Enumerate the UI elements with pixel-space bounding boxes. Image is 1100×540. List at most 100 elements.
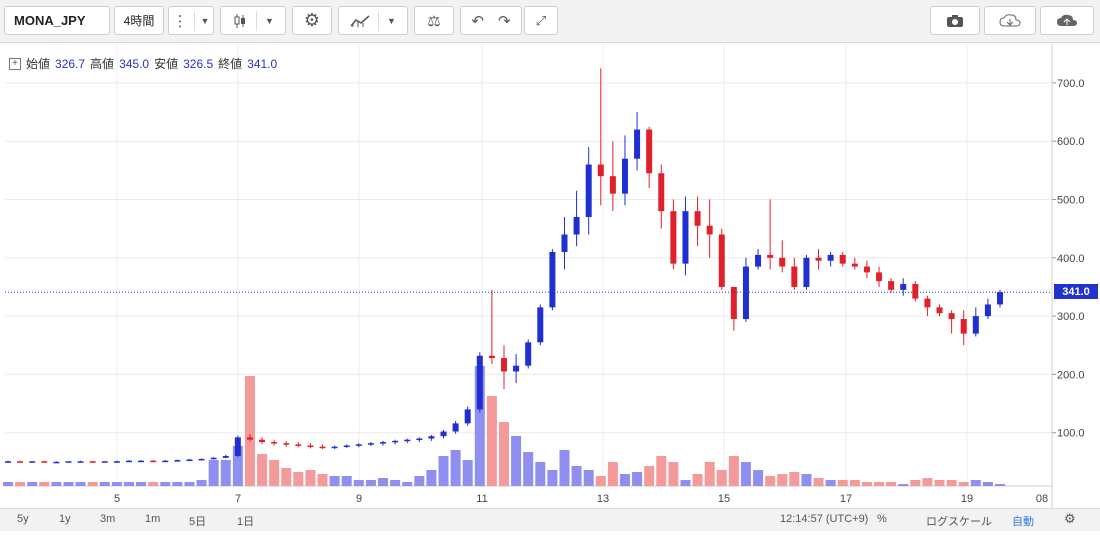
volume-bar	[728, 456, 739, 486]
volume-bar	[619, 474, 630, 486]
volume-bar	[15, 482, 26, 486]
candle-body	[404, 439, 411, 442]
log-scale-toggle[interactable]: ログスケール	[926, 513, 992, 529]
price-chart[interactable]: 5 7 9 11 13 15 17 19 08 100.0 200.0 300.0 400.0 500.0…	[0, 0, 1100, 508]
candle-body	[464, 409, 471, 424]
open-label: 始値	[26, 57, 51, 71]
candle-body	[646, 129, 653, 174]
expand-icon[interactable]: +	[9, 57, 21, 70]
volume-bar	[244, 376, 255, 486]
volume-bar	[208, 460, 219, 486]
candle-body	[198, 458, 205, 461]
volume-bar	[668, 462, 679, 486]
candle-body	[53, 461, 60, 464]
candle-body	[150, 460, 157, 463]
volume-bar	[946, 480, 957, 486]
candle-body	[501, 358, 507, 372]
volume-bar	[511, 436, 522, 486]
volume-bar	[63, 482, 74, 486]
volume-bar	[910, 480, 921, 486]
volume-bar	[450, 450, 461, 486]
volume-bar	[87, 482, 98, 486]
candle-body	[246, 437, 253, 440]
volume-bar	[27, 482, 38, 486]
candle-body	[343, 445, 350, 448]
candle-body	[997, 292, 1003, 305]
candle-body	[682, 211, 689, 264]
candle-body	[380, 442, 387, 444]
volume-bar	[644, 466, 655, 486]
candle-body	[888, 281, 895, 290]
volume-bar	[789, 472, 800, 486]
volume-bar	[571, 466, 582, 486]
volume-bar	[317, 474, 328, 486]
candle-body	[452, 423, 459, 432]
volume-bar	[39, 482, 50, 486]
candle-body	[960, 319, 967, 334]
candle-body	[89, 461, 96, 463]
open-value: 326.7	[55, 56, 86, 71]
candle-body	[416, 438, 423, 441]
candle-body	[573, 216, 580, 235]
candle-body	[912, 284, 919, 299]
volume-bar	[837, 480, 848, 486]
candle-body	[77, 461, 84, 463]
auto-scale-toggle[interactable]: 自動	[1012, 513, 1034, 529]
candle-body	[392, 440, 399, 443]
volume-bar	[861, 482, 872, 486]
current-price-tag: 341.0	[1054, 284, 1098, 299]
range-1y[interactable]: 1y	[59, 513, 71, 525]
candle-body	[525, 342, 532, 366]
candle-body	[561, 234, 568, 252]
candle-body	[174, 460, 181, 462]
candle-body	[259, 439, 266, 443]
volume-bar	[293, 472, 304, 486]
gear-icon[interactable]: ⚙	[1064, 511, 1076, 527]
volume-bar	[269, 460, 280, 486]
range-1m[interactable]: 1m	[145, 513, 160, 525]
volume-bar	[3, 482, 13, 486]
bottom-bar: 5y 1y 3m 1m 5日 1日 12:14:57 (UTC+9) % ログス…	[0, 508, 1100, 531]
range-5y[interactable]: 5y	[17, 513, 29, 525]
x-tick-label: 5	[114, 493, 120, 505]
volume-bar	[825, 480, 836, 486]
y-tick-label: 100.0	[1057, 428, 1085, 440]
x-tick-label: 19	[961, 493, 973, 505]
volume-bar	[704, 462, 715, 486]
volume-bar	[341, 476, 352, 486]
volume-bar	[148, 482, 159, 486]
high-label: 高値	[90, 57, 115, 71]
percent-toggle[interactable]: %	[877, 513, 887, 525]
volume-bar	[257, 454, 268, 486]
candle-body	[706, 225, 713, 235]
volume-bar	[595, 476, 606, 486]
clock-display: 12:14:57 (UTC+9)	[780, 513, 869, 525]
candle-body	[125, 460, 132, 463]
candle-body	[767, 254, 774, 258]
volume-bar	[886, 482, 897, 486]
candle-body	[815, 257, 822, 261]
low-value: 326.5	[183, 56, 214, 71]
volume-bar	[874, 482, 885, 486]
ohlc-legend: + 始値 326.7 高値 345.0 安値 326.5 終値 341.0	[9, 55, 277, 72]
candle-body	[476, 355, 483, 410]
volume-bar	[172, 482, 183, 486]
low-label: 安値	[154, 57, 179, 71]
volume-bar	[801, 474, 812, 486]
candle-body	[839, 254, 846, 264]
range-5d[interactable]: 5日	[189, 513, 206, 529]
candle-body	[440, 431, 447, 437]
candle-body	[283, 443, 290, 445]
volume-bar	[934, 480, 945, 486]
x-tick-label: 13	[597, 493, 609, 505]
volume-bar	[753, 470, 764, 486]
y-tick-label: 200.0	[1057, 369, 1085, 381]
candle-body	[513, 365, 520, 372]
candle-body	[162, 460, 169, 463]
range-3m[interactable]: 3m	[100, 513, 115, 525]
candle-body	[113, 461, 120, 463]
candle-body	[29, 461, 36, 463]
range-1d[interactable]: 1日	[237, 513, 254, 529]
candle-body	[876, 272, 883, 282]
volume-bar	[196, 480, 207, 486]
